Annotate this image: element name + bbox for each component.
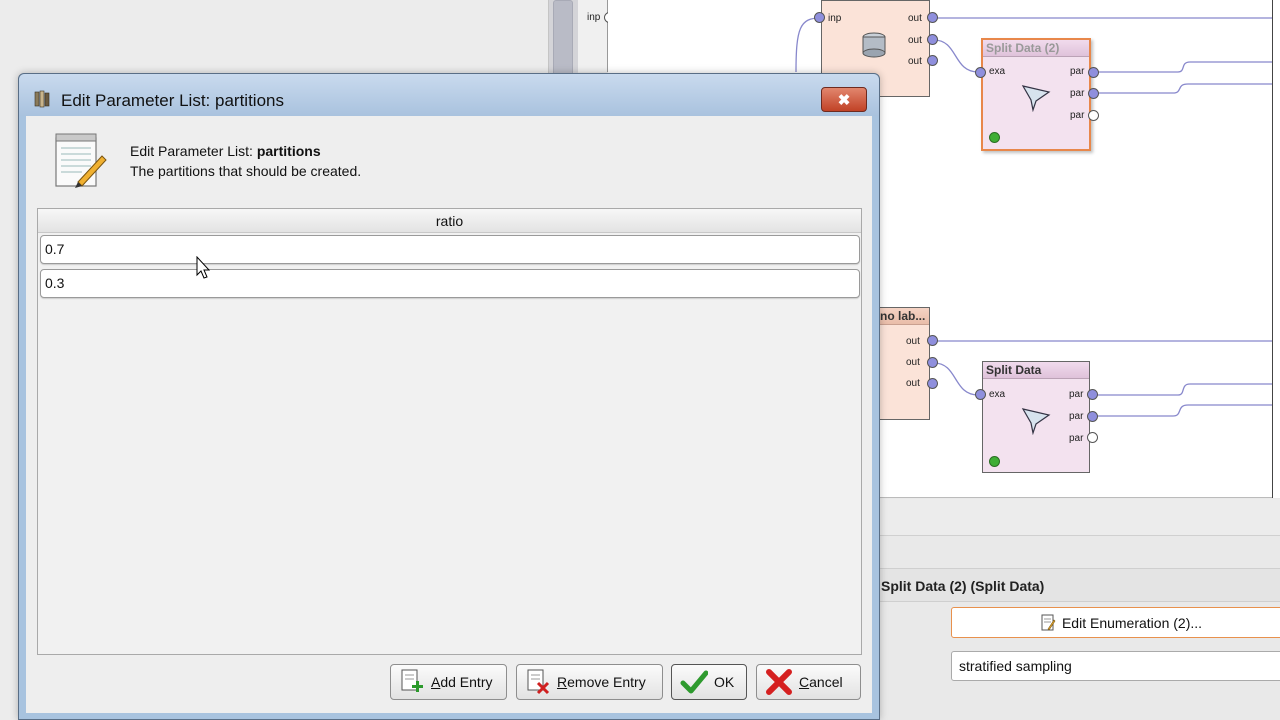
operator-port-label: exa [989, 66, 1006, 77]
operator-title: no lab... [877, 308, 929, 325]
operator-port-label: par [1070, 66, 1085, 77]
column-header-ratio[interactable]: ratio [38, 209, 861, 233]
operator-output-port[interactable] [1088, 67, 1099, 78]
close-button[interactable]: ✖ [821, 87, 867, 112]
split-data-operator[interactable]: Split Data exa par par par [982, 361, 1090, 473]
operator-port-label: out [908, 13, 922, 24]
dialog-header-prefix: Edit Parameter List: [130, 143, 257, 159]
operator-output-port[interactable] [927, 378, 938, 389]
dialog-header-heading: Edit Parameter List: partitions [130, 143, 321, 159]
add-entry-label: Add Entry [431, 674, 493, 690]
operator-output-port[interactable] [927, 335, 938, 346]
cancel-label: Cancel [799, 674, 843, 690]
operator-port-label: out [906, 378, 920, 389]
operator-input-port[interactable] [814, 12, 825, 23]
operator-output-port[interactable] [1087, 411, 1098, 422]
operator-output-port[interactable] [927, 55, 938, 66]
remove-entry-label: Remove Entry [557, 674, 646, 690]
filter-funnel-icon [1021, 85, 1051, 112]
remove-entry-button[interactable]: Remove Entry [516, 664, 663, 700]
sampling-type-select[interactable]: stratified sampling [951, 651, 1280, 681]
operator-output-port[interactable] [927, 12, 938, 23]
operator-input-port[interactable] [975, 389, 986, 400]
operator-port-label: par [1069, 411, 1084, 422]
mouse-cursor-icon [196, 256, 210, 279]
operator-port-label: out [908, 56, 922, 67]
operator-port-label: par [1069, 433, 1084, 444]
operator-output-port[interactable] [1087, 389, 1098, 400]
dialog-title: Edit Parameter List: partitions [61, 91, 284, 110]
edit-enumeration-button[interactable]: Edit Enumeration (2)... [951, 607, 1280, 638]
operator-port-label: exa [989, 389, 1006, 400]
operator-output-port[interactable] [1088, 88, 1099, 99]
dialog-titlebar[interactable]: Edit Parameter List: partitions ✖ [19, 74, 879, 116]
no-label-operator[interactable]: no lab... out out out [876, 307, 930, 420]
parameter-table: ratio 0.7 0.3 [37, 208, 862, 655]
operator-output-port[interactable] [1087, 432, 1098, 443]
operator-output-port[interactable] [1088, 110, 1099, 121]
database-icon [862, 32, 886, 58]
ratio-input-row-1[interactable]: 0.7 [40, 235, 860, 264]
dialog-description: The partitions that should be created. [130, 163, 362, 179]
checkmark-icon [680, 670, 708, 694]
edit-parameter-list-dialog: Edit Parameter List: partitions ✖ Edit P… [18, 73, 880, 720]
operator-port-label: out [908, 35, 922, 46]
ok-label: OK [714, 674, 735, 690]
status-ok-icon [989, 456, 1000, 467]
ratio-input-row-2[interactable]: 0.3 [40, 269, 860, 298]
operator-port-label: out [906, 357, 920, 368]
operator-output-port[interactable] [927, 34, 938, 45]
operator-port-label: par [1069, 389, 1084, 400]
parameters-title: Split Data (2) (Split Data) [881, 578, 1045, 594]
operator-title: Split Data [983, 362, 1089, 379]
cancel-x-icon [766, 669, 792, 695]
operator-port-label: out [906, 336, 920, 347]
add-entry-button[interactable]: Add Entry [390, 664, 507, 700]
dialog-header-param: partitions [256, 143, 321, 159]
operator-port-label: par [1070, 88, 1085, 99]
close-icon: ✖ [837, 91, 851, 109]
notepad-pencil-icon [55, 133, 107, 188]
operator-port-label: inp [828, 13, 842, 24]
ok-button[interactable]: OK [671, 664, 747, 700]
process-input-strip: inp [578, 0, 615, 72]
operator-output-port[interactable] [927, 357, 938, 368]
status-ok-icon [989, 132, 1000, 143]
edit-enumeration-label: Edit Enumeration (2)... [1061, 614, 1203, 631]
app-logo-icon [34, 90, 50, 108]
operator-port-label: par [1070, 110, 1085, 121]
process-output-strip [1272, 0, 1280, 498]
cancel-button[interactable]: Cancel [756, 664, 861, 700]
edit-list-icon [1041, 614, 1056, 630]
operator-input-port[interactable] [975, 67, 986, 78]
operator-title: Split Data (2) [983, 40, 1089, 57]
split-data-2-operator[interactable]: Split Data (2) exa par par par [981, 38, 1091, 151]
remove-entry-icon [527, 669, 550, 695]
add-entry-icon [401, 669, 423, 692]
filter-funnel-icon [1021, 408, 1051, 435]
sampling-type-value: stratified sampling [959, 658, 1072, 674]
dialog-body: Edit Parameter List: partitions The part… [26, 116, 872, 713]
input-port-label: inp [587, 12, 601, 23]
